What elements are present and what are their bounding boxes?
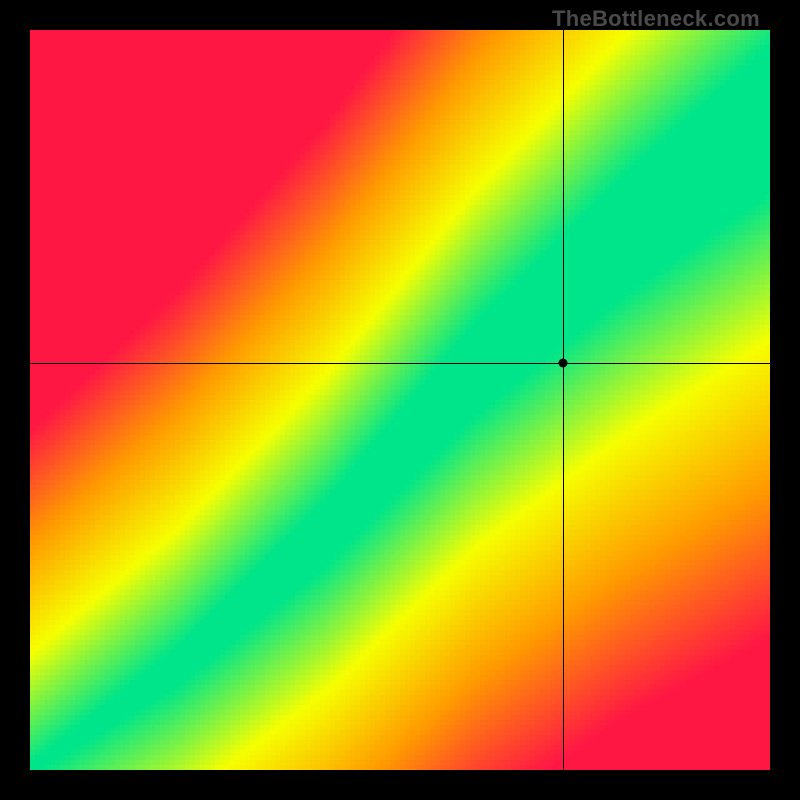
crosshair-marker-dot [558,359,567,368]
watermark-text: TheBottleneck.com [552,6,760,32]
crosshair-vertical [563,30,564,770]
chart-frame: TheBottleneck.com [0,0,800,800]
heatmap-canvas [30,30,770,770]
heatmap-plot [30,30,770,770]
crosshair-horizontal [30,363,770,364]
